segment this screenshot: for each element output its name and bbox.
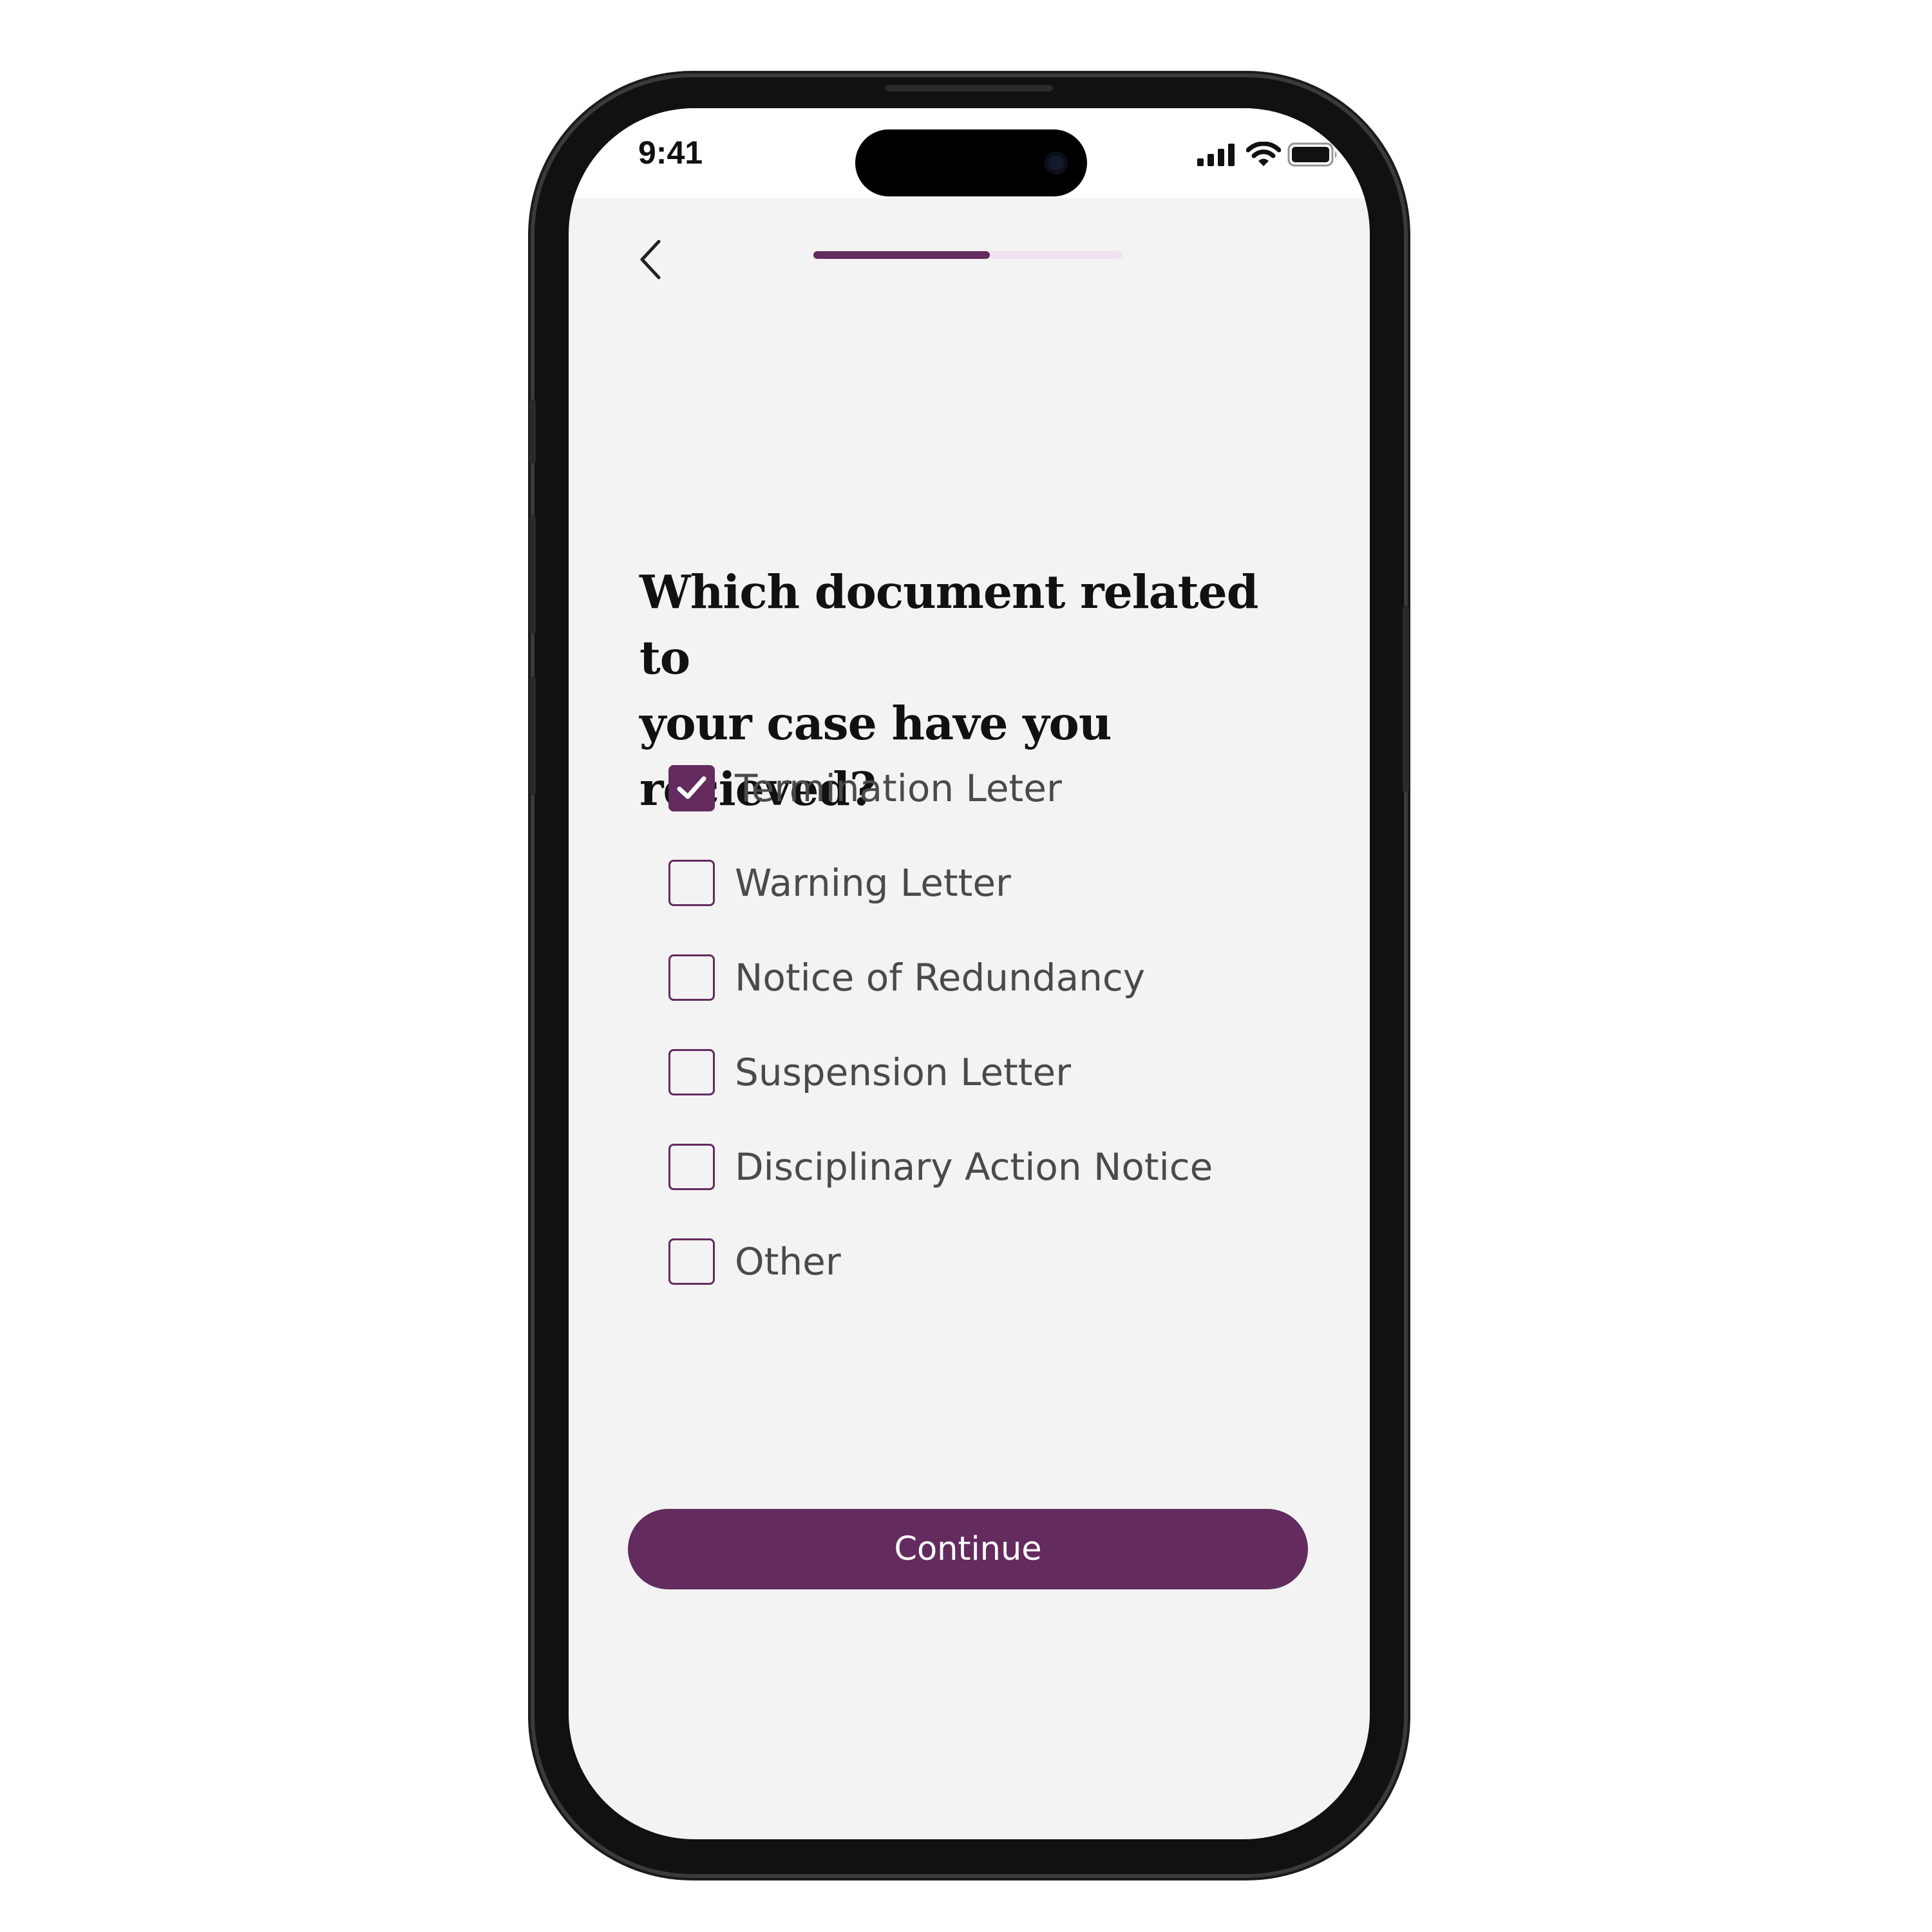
checkbox[interactable] [668,1238,715,1285]
option-warning-letter[interactable]: Warning Letter [668,853,1312,918]
option-other[interactable]: Other [668,1232,1312,1296]
status-icons [1197,142,1339,167]
progress-track [813,251,1122,259]
checkmark-icon [677,776,706,799]
option-label: Termination Leter [735,766,1062,810]
checkbox[interactable] [668,860,715,906]
question-line-1: Which document related to [639,565,1258,685]
option-notice-of-redundancy[interactable]: Notice of Redundancy [668,948,1312,1012]
option-label: Warning Letter [735,861,1011,905]
option-label: Notice of Redundancy [735,956,1146,999]
progress-bar-fill [813,251,990,259]
checkbox[interactable] [668,1049,715,1095]
back-button[interactable] [633,234,672,285]
status-bar: 9:41 [569,108,1370,198]
wifi-icon [1246,142,1281,166]
option-label: Suspension Letter [735,1050,1072,1094]
option-suspension-letter[interactable]: Suspension Letter [668,1043,1312,1107]
option-disciplinary-action-notice[interactable]: Disciplinary Action Notice [668,1137,1312,1202]
checkbox[interactable] [668,1144,715,1190]
chevron-left-icon [640,240,661,279]
battery-icon [1287,142,1337,167]
power-button [1403,605,1409,792]
continue-button[interactable]: Continue [628,1509,1308,1589]
checkbox[interactable] [668,954,715,1001]
option-label: Disciplinary Action Notice [735,1145,1213,1189]
cellular-signal-icon [1197,144,1235,166]
option-label: Other [735,1240,841,1283]
action-button [529,399,536,464]
dynamic-island [855,129,1087,196]
volume-down-button [529,676,536,795]
camera-icon [1045,151,1068,175]
checkbox[interactable] [668,765,715,811]
option-termination-letter[interactable]: Termination Leter [668,759,1312,823]
app-screen: 9:41 Which document related to your case… [569,108,1370,1839]
status-time: 9:41 [638,135,703,171]
volume-up-button [529,515,536,634]
